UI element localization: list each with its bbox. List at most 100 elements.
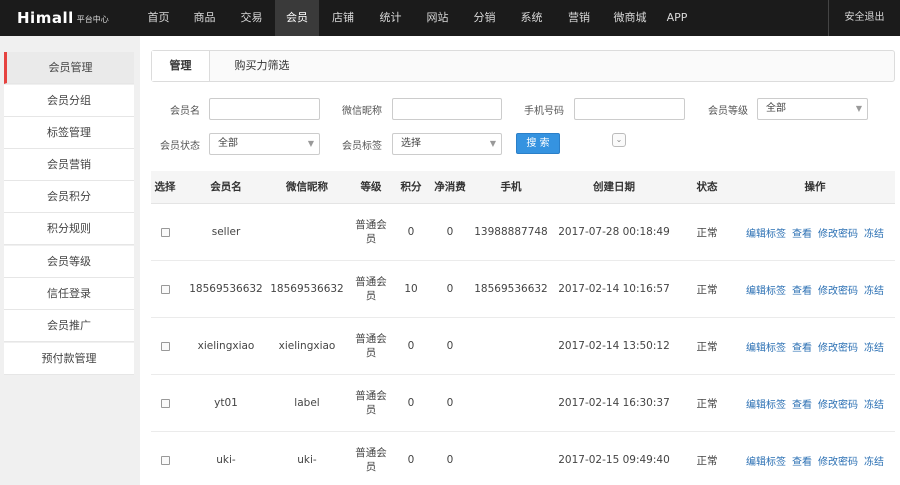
cell-level: 普通会员	[355, 276, 387, 302]
col-created: 创建日期	[593, 181, 635, 193]
sidebar-item-trusted-login[interactable]: 信任登录	[4, 278, 134, 310]
row-select	[151, 432, 179, 485]
nav-item-stores[interactable]: 店铺	[319, 0, 367, 36]
change-password-link[interactable]: 修改密码	[818, 282, 858, 297]
edit-tag-link[interactable]: 编辑标签	[746, 396, 786, 411]
cell-net-spend: 0	[446, 283, 454, 295]
cell-phone: 13988887748	[474, 226, 548, 238]
brand-logo[interactable]: Himall 平台中心	[0, 0, 136, 36]
table-row: yt01 label 普通会员 0 0 2017-02-14 16:30:37 …	[151, 375, 895, 432]
cell-status: 正常	[696, 454, 718, 467]
change-password-link[interactable]: 修改密码	[818, 453, 858, 468]
row-checkbox[interactable]	[160, 341, 170, 351]
username-filter-label: 会员名	[170, 106, 200, 117]
cell-wechat: 18569536632	[270, 283, 344, 295]
col-status: 状态	[696, 181, 718, 193]
change-password-link[interactable]: 修改密码	[818, 225, 858, 240]
cell-points: 0	[407, 397, 415, 409]
row-actions: 编辑标签 查看 修改密码 冻结	[735, 204, 895, 260]
cell-phone: 18569536632	[474, 283, 548, 295]
table-row: xielingxiao xielingxiao 普通会员 0 0 2017-02…	[151, 318, 895, 375]
cell-level: 普通会员	[355, 390, 387, 416]
edit-tag-link[interactable]: 编辑标签	[746, 339, 786, 354]
sidebar-item-member-groups[interactable]: 会员分组	[4, 85, 134, 117]
view-link[interactable]: 查看	[792, 396, 812, 411]
change-password-link[interactable]: 修改密码	[818, 396, 858, 411]
cell-status: 正常	[696, 283, 718, 296]
col-wechat: 微信昵称	[286, 181, 328, 193]
row-checkbox[interactable]	[160, 398, 170, 408]
nav-item-micro-mall[interactable]: 微商城	[603, 0, 657, 36]
sidebar-item-member-marketing[interactable]: 会员营销	[4, 149, 134, 181]
tab-purchase-filter[interactable]: 购买力筛选	[222, 51, 302, 81]
row-checkbox[interactable]	[160, 455, 170, 465]
nav-item-system[interactable]: 系统	[508, 0, 555, 36]
cell-created: 2017-07-28 00:18:49	[558, 226, 670, 238]
phone-filter-label: 手机号码	[524, 106, 564, 117]
username-input[interactable]	[209, 98, 320, 120]
change-password-link[interactable]: 修改密码	[818, 339, 858, 354]
nav-item-members[interactable]: 会员	[275, 0, 319, 36]
nav-item-app[interactable]: APP	[657, 0, 697, 36]
sidebar-item-tag-management[interactable]: 标签管理	[4, 117, 134, 149]
freeze-link[interactable]: 冻结	[864, 453, 884, 468]
wechat-nickname-input[interactable]	[392, 98, 502, 120]
double-chevron-down-icon[interactable]: ⌄	[612, 133, 626, 147]
nav-item-marketing[interactable]: 营销	[555, 0, 603, 36]
edit-tag-link[interactable]: 编辑标签	[746, 282, 786, 297]
sidebar-item-points-rules[interactable]: 积分规则	[4, 213, 134, 245]
nav-item-stats[interactable]: 统计	[367, 0, 414, 36]
view-link[interactable]: 查看	[792, 339, 812, 354]
member-level-select[interactable]: 全部 ▼	[757, 98, 868, 120]
nav-item-distribution[interactable]: 分销	[461, 0, 508, 36]
table-row: uki- uki- 普通会员 0 0 2017-02-15 09:49:40 正…	[151, 432, 895, 485]
cell-points: 0	[407, 226, 415, 238]
member-tag-select[interactable]: 选择 ▼	[392, 133, 502, 155]
freeze-link[interactable]: 冻结	[864, 225, 884, 240]
phone-input[interactable]	[574, 98, 685, 120]
cell-level: 普通会员	[355, 333, 387, 359]
col-points: 积分	[400, 181, 422, 193]
row-select	[151, 375, 179, 431]
cell-username: uki-	[216, 454, 236, 466]
row-checkbox[interactable]	[160, 284, 170, 294]
nav-item-home[interactable]: 首页	[136, 0, 181, 36]
cell-wechat: label	[294, 397, 320, 409]
tag-filter-label: 会员标签	[342, 141, 382, 152]
sidebar-item-member-points[interactable]: 会员积分	[4, 181, 134, 213]
cell-username: seller	[211, 226, 241, 238]
freeze-link[interactable]: 冻结	[864, 339, 884, 354]
nav-item-trade[interactable]: 交易	[228, 0, 275, 36]
sidebar-item-member-referral[interactable]: 会员推广	[4, 310, 134, 342]
edit-tag-link[interactable]: 编辑标签	[746, 225, 786, 240]
row-checkbox[interactable]	[160, 227, 170, 237]
col-net-spend: 净消费	[434, 181, 466, 193]
status-filter-label: 会员状态	[160, 141, 200, 152]
chevron-down-icon: ▼	[855, 104, 862, 113]
cell-wechat: uki-	[297, 454, 317, 466]
brand-name: Himall	[17, 9, 74, 27]
view-link[interactable]: 查看	[792, 225, 812, 240]
sidebar-item-member-management[interactable]: 会员管理	[4, 52, 134, 84]
sidebar-item-prepaid-management[interactable]: 预付款管理	[4, 343, 134, 375]
freeze-link[interactable]: 冻结	[864, 396, 884, 411]
view-link[interactable]: 查看	[792, 453, 812, 468]
member-status-select[interactable]: 全部 ▼	[209, 133, 320, 155]
sidebar-item-member-levels[interactable]: 会员等级	[4, 246, 134, 278]
cell-level: 普通会员	[355, 447, 387, 473]
wechat-filter-label: 微信昵称	[342, 106, 382, 117]
cell-phone	[473, 318, 549, 374]
nav-item-website[interactable]: 网站	[414, 0, 461, 36]
top-navbar: Himall 平台中心 首页 商品 交易 会员 店铺 统计 网站 分销 系统 营…	[0, 0, 900, 36]
freeze-link[interactable]: 冻结	[864, 282, 884, 297]
nav-item-products[interactable]: 商品	[181, 0, 228, 36]
sidebar: 会员管理 会员分组 标签管理 会员营销 会员积分 积分规则 会员等级 信任登录 …	[0, 36, 136, 485]
view-link[interactable]: 查看	[792, 282, 812, 297]
tab-manage[interactable]: 管理	[152, 51, 210, 81]
row-actions: 编辑标签 查看 修改密码 冻结	[735, 375, 895, 431]
cell-status: 正常	[696, 397, 718, 410]
search-button[interactable]: 搜 索	[516, 133, 560, 154]
logout-link[interactable]: 安全退出	[828, 0, 900, 36]
edit-tag-link[interactable]: 编辑标签	[746, 453, 786, 468]
cell-created: 2017-02-14 13:50:12	[558, 340, 670, 352]
